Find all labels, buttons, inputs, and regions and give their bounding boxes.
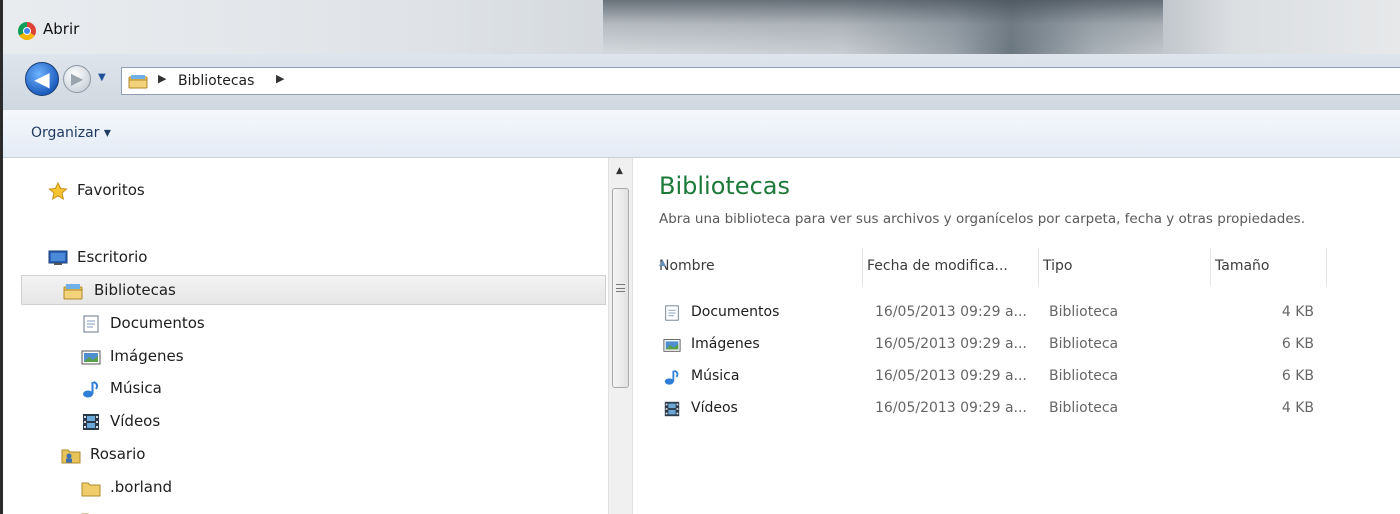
row-type: Biblioteca bbox=[1049, 304, 1119, 320]
library-content-pane: Bibliotecas Abra una biblioteca para ver… bbox=[633, 158, 1400, 514]
table-row[interactable]: Imágenes 16/05/2013 09:29 a... Bibliotec… bbox=[659, 330, 1339, 360]
music-icon bbox=[83, 381, 99, 398]
star-icon bbox=[48, 182, 68, 200]
scroll-up-arrow[interactable]: ▲ bbox=[616, 166, 623, 176]
table-row[interactable]: Documentos 16/05/2013 09:29 a... Bibliot… bbox=[659, 298, 1339, 328]
sidebar-item-label: Rosario bbox=[90, 445, 146, 463]
videos-icon bbox=[664, 401, 680, 417]
title-bar[interactable]: Abrir bbox=[3, 0, 1400, 54]
chrome-app-icon bbox=[18, 22, 36, 40]
navigation-pane: Favoritos Escritorio Bibliotecas Documen… bbox=[3, 158, 608, 514]
sidebar-item-next-partial bbox=[3, 504, 603, 514]
row-name: Vídeos bbox=[691, 400, 738, 416]
row-size: 4 KB bbox=[1281, 400, 1314, 416]
row-type: Biblioteca bbox=[1049, 368, 1119, 384]
row-size: 4 KB bbox=[1281, 304, 1314, 320]
navigation-pane-scrollbar[interactable]: ▲ bbox=[608, 158, 633, 514]
back-button[interactable]: ◀ bbox=[25, 62, 59, 96]
sidebar-item-label: .borland bbox=[110, 478, 173, 496]
sidebar-item-imagenes[interactable]: Imágenes bbox=[3, 342, 603, 372]
command-toolbar: Organizar ▾ bbox=[3, 110, 1400, 158]
sidebar-item-label: Documentos bbox=[110, 314, 205, 332]
column-header-date[interactable]: Fecha de modifica... bbox=[863, 248, 1039, 286]
forward-button[interactable]: ▶ bbox=[63, 65, 91, 93]
row-name: Imágenes bbox=[691, 336, 760, 352]
row-type: Biblioteca bbox=[1049, 336, 1119, 352]
sidebar-item-borland[interactable]: .borland bbox=[3, 473, 603, 503]
documents-icon bbox=[83, 315, 99, 333]
address-bar[interactable]: ▶ Bibliotecas ▶ bbox=[121, 67, 1400, 95]
row-date: 16/05/2013 09:29 a... bbox=[875, 368, 1027, 384]
table-row[interactable]: Vídeos 16/05/2013 09:29 a... Biblioteca … bbox=[659, 394, 1339, 424]
documents-icon bbox=[665, 305, 679, 321]
sort-ascending-icon: ▲ bbox=[659, 258, 666, 268]
sidebar-item-label: Vídeos bbox=[110, 412, 161, 430]
row-type: Biblioteca bbox=[1049, 400, 1119, 416]
sidebar-item-label: Escritorio bbox=[77, 248, 148, 266]
libraries-icon bbox=[63, 284, 83, 300]
column-header-size[interactable]: Tamaño bbox=[1211, 248, 1327, 286]
sidebar-item-bibliotecas[interactable]: Bibliotecas bbox=[21, 275, 606, 305]
column-header-name[interactable]: Nombre ▲ bbox=[655, 248, 863, 286]
pictures-icon bbox=[663, 339, 681, 352]
sidebar-item-label: Imágenes bbox=[110, 347, 184, 365]
sidebar-item-label: Favoritos bbox=[77, 181, 145, 199]
table-row[interactable]: Música 16/05/2013 09:29 a... Biblioteca … bbox=[659, 362, 1339, 392]
title-bar-glare bbox=[603, 0, 1163, 54]
scrollbar-grip-icon bbox=[616, 284, 625, 292]
recent-pages-button[interactable]: ▼ bbox=[98, 72, 106, 83]
sidebar-item-rosario[interactable]: Rosario bbox=[3, 440, 603, 470]
scrollbar-thumb[interactable] bbox=[612, 188, 629, 388]
sidebar-item-label: Música bbox=[110, 379, 162, 397]
sidebar-item-label: Bibliotecas bbox=[94, 281, 176, 299]
breadcrumb-separator[interactable]: ▶ bbox=[158, 72, 166, 85]
page-title: Bibliotecas bbox=[659, 172, 790, 200]
window-title: Abrir bbox=[43, 20, 80, 38]
open-dialog-window: Abrir ◀ ▶ ▼ ▶ Bibliotecas ▶ Organizar ▾ … bbox=[0, 0, 1400, 514]
pictures-icon bbox=[81, 350, 101, 365]
page-subtitle: Abra una biblioteca para ver sus archivo… bbox=[659, 211, 1306, 227]
sidebar-item-escritorio[interactable]: Escritorio bbox=[3, 243, 603, 273]
row-size: 6 KB bbox=[1281, 368, 1314, 384]
row-name: Música bbox=[691, 368, 740, 384]
sidebar-item-favoritos[interactable]: Favoritos bbox=[3, 176, 603, 206]
row-date: 16/05/2013 09:29 a... bbox=[875, 304, 1027, 320]
column-header-type[interactable]: Tipo bbox=[1039, 248, 1211, 286]
breadcrumb-separator[interactable]: ▶ bbox=[276, 72, 284, 85]
sidebar-item-videos[interactable]: Vídeos bbox=[3, 407, 603, 437]
folder-icon bbox=[81, 513, 89, 514]
videos-icon bbox=[83, 414, 99, 430]
desktop-icon bbox=[48, 250, 68, 265]
organize-button[interactable]: Organizar ▾ bbox=[31, 125, 111, 141]
row-name: Documentos bbox=[691, 304, 780, 320]
breadcrumb-bibliotecas[interactable]: Bibliotecas bbox=[178, 73, 254, 89]
row-date: 16/05/2013 09:29 a... bbox=[875, 400, 1027, 416]
row-date: 16/05/2013 09:29 a... bbox=[875, 336, 1027, 352]
music-icon bbox=[664, 369, 679, 385]
libraries-icon bbox=[128, 75, 148, 89]
sidebar-item-musica[interactable]: Música bbox=[3, 374, 603, 404]
user-folder-icon bbox=[61, 449, 81, 464]
sidebar-item-documentos[interactable]: Documentos bbox=[3, 309, 603, 339]
folder-icon bbox=[81, 482, 101, 497]
row-size: 6 KB bbox=[1281, 336, 1314, 352]
